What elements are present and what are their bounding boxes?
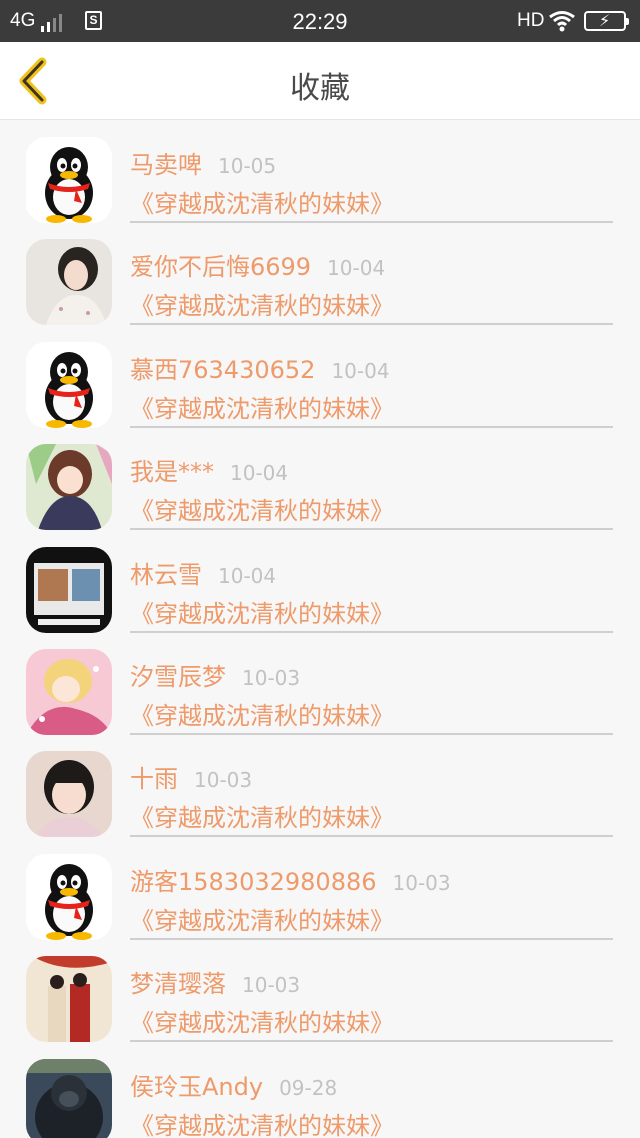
avatar-image	[26, 239, 112, 326]
avatar-image	[26, 853, 112, 940]
date: 10-04	[230, 461, 289, 486]
avatar-image	[26, 137, 112, 223]
item-meta: 游客1583032980886 10-03	[130, 862, 451, 896]
item-meta: 马卖啤 10-05	[130, 145, 276, 179]
avatar[interactable]	[26, 341, 112, 428]
item-meta: 十雨 10-03	[130, 759, 252, 793]
avatar-image	[26, 444, 112, 531]
status-bar: 4G S 22:29 HD ⚡	[0, 0, 640, 42]
item-meta: 梦清璎落 10-03	[130, 964, 300, 998]
list-item[interactable]: 侯玲玉Andy 09-28 《穿越成沈清秋的妹妹》	[0, 1043, 640, 1138]
avatar-image	[26, 751, 112, 838]
username[interactable]: 汐雪辰梦	[130, 663, 226, 691]
avatar[interactable]	[26, 239, 112, 326]
item-meta: 林云雪 10-04	[130, 555, 276, 589]
battery-charging-icon: ⚡	[584, 11, 629, 31]
list-item[interactable]: 林云雪 10-04 《穿越成沈清秋的妹妹》	[0, 531, 640, 633]
list-item[interactable]: 爱你不后悔6699 10-04 《穿越成沈清秋的妹妹》	[0, 223, 640, 326]
avatar[interactable]	[26, 649, 112, 735]
username[interactable]: 我是***	[130, 458, 214, 486]
book-title[interactable]: 《穿越成沈清秋的妹妹》	[130, 1106, 394, 1138]
list-item[interactable]: 马卖啤 10-05 《穿越成沈清秋的妹妹》	[0, 121, 640, 223]
date: 10-04	[327, 256, 386, 281]
list-item[interactable]: 我是*** 10-04 《穿越成沈清秋的妹妹》	[0, 428, 640, 531]
username[interactable]: 爱你不后悔6699	[130, 253, 311, 281]
date: 10-03	[242, 666, 301, 690]
item-meta: 汐雪辰梦 10-03	[130, 657, 300, 691]
list-item[interactable]: 梦清璎落 10-03 《穿越成沈清秋的妹妹》	[0, 940, 640, 1043]
hd-indicator: HD	[517, 10, 545, 31]
username[interactable]: 慕西763430652	[130, 356, 315, 384]
wifi-icon	[549, 11, 575, 32]
date: 10-03	[194, 768, 253, 793]
avatar[interactable]	[26, 1058, 112, 1138]
book-title[interactable]: 《穿越成沈清秋的妹妹》	[130, 491, 394, 526]
avatar[interactable]	[26, 751, 112, 838]
username[interactable]: 游客1583032980886	[130, 868, 377, 896]
avatar-image	[26, 649, 112, 735]
avatar-image	[26, 546, 112, 633]
list-item[interactable]: 游客1583032980886 10-03 《穿越成沈清秋的妹妹》	[0, 838, 640, 940]
item-meta: 我是*** 10-04	[130, 452, 288, 486]
avatar-image	[26, 341, 112, 428]
book-title[interactable]: 《穿越成沈清秋的妹妹》	[130, 389, 394, 424]
username[interactable]: 侯玲玉Andy	[130, 1073, 263, 1101]
item-meta: 爱你不后悔6699 10-04	[130, 247, 385, 281]
date: 10-04	[218, 563, 277, 588]
username[interactable]: 梦清璎落	[130, 970, 226, 998]
username[interactable]: 林云雪	[130, 561, 202, 589]
list-item[interactable]: 慕西763430652 10-04 《穿越成沈清秋的妹妹》	[0, 326, 640, 428]
book-title[interactable]: 《穿越成沈清秋的妹妹》	[130, 594, 394, 629]
book-title[interactable]: 《穿越成沈清秋的妹妹》	[130, 798, 394, 833]
username[interactable]: 马卖啤	[130, 151, 202, 179]
item-meta: 慕西763430652 10-04	[130, 350, 390, 384]
date: 10-05	[218, 154, 277, 178]
book-title[interactable]: 《穿越成沈清秋的妹妹》	[130, 184, 394, 219]
avatar-image	[26, 1058, 112, 1138]
avatar[interactable]	[26, 546, 112, 633]
date: 10-04	[331, 358, 390, 383]
avatar[interactable]	[26, 444, 112, 531]
book-title[interactable]: 《穿越成沈清秋的妹妹》	[130, 286, 394, 321]
date: 10-03	[392, 870, 451, 895]
page-title: 收藏	[290, 71, 350, 106]
book-title[interactable]: 《穿越成沈清秋的妹妹》	[130, 696, 394, 731]
book-title[interactable]: 《穿越成沈清秋的妹妹》	[130, 901, 394, 936]
avatar-image	[26, 956, 112, 1043]
header: 收藏	[0, 42, 640, 120]
avatar[interactable]	[26, 137, 112, 223]
avatar[interactable]	[26, 853, 112, 940]
book-title[interactable]: 《穿越成沈清秋的妹妹》	[130, 1003, 394, 1038]
username[interactable]: 十雨	[130, 765, 178, 793]
item-meta: 侯玲玉Andy 09-28	[130, 1067, 337, 1101]
avatar[interactable]	[26, 956, 112, 1043]
date: 09-28	[279, 1075, 338, 1100]
date: 10-03	[242, 973, 301, 998]
list-item[interactable]: 汐雪辰梦 10-03 《穿越成沈清秋的妹妹》	[0, 633, 640, 735]
list-item[interactable]: 十雨 10-03 《穿越成沈清秋的妹妹》	[0, 735, 640, 838]
